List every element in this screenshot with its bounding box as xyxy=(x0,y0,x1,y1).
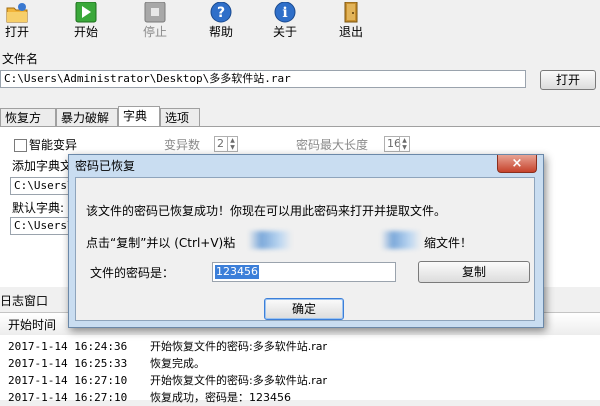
tab-brute-force[interactable]: 暴力破解 xyxy=(56,108,118,126)
log-window-title: 日志窗口 xyxy=(0,294,49,308)
tab-dictionary[interactable]: 字典 xyxy=(118,106,160,126)
log-row-message: 开始恢复文件的密码:多多软件站.rar xyxy=(150,340,327,353)
open-toolbar-button[interactable]: 打开 xyxy=(0,0,40,42)
password-value[interactable]: 123456 xyxy=(215,265,259,279)
blurred-text-region xyxy=(381,231,421,249)
password-field[interactable]: 123456 xyxy=(212,262,396,282)
about-toolbar-button[interactable]: i 关于 xyxy=(262,0,308,42)
open-toolbar-label: 打开 xyxy=(4,25,29,39)
start-toolbar-label: 开始 xyxy=(73,25,98,39)
log-list: 2017-1-14 16:24:36 开始恢复文件的密码:多多软件站.rar 2… xyxy=(0,335,600,404)
svg-text:i: i xyxy=(282,5,287,21)
file-path-input[interactable]: C:\Users\Administrator\Desktop\多多软件站.rar xyxy=(0,70,526,88)
tab-recovery-method[interactable]: 恢复方式 xyxy=(0,108,56,143)
log-header-start-time: 开始时间 xyxy=(8,318,57,332)
log-row-time: 2017-1-14 16:27:10 xyxy=(8,391,128,404)
copy-button[interactable]: 复制 xyxy=(418,261,530,283)
file-name-label: 文件名 xyxy=(2,52,39,66)
dialog-body: 该文件的密码已恢复成功！你现在可以用此密码来打开并提取文件。 点击“复制”并以 … xyxy=(75,177,535,321)
ok-button[interactable]: 确定 xyxy=(264,298,344,320)
log-row-message: 开始恢复文件的密码:多多软件站.rar xyxy=(150,374,327,387)
stop-icon xyxy=(144,2,166,23)
smart-mutation-label: 智能变异 xyxy=(29,138,78,152)
exit-toolbar-label: 退出 xyxy=(338,25,363,39)
log-row-message: 恢复成功，密码是：123456 xyxy=(150,391,291,404)
tab-options[interactable]: 选项 xyxy=(160,108,200,126)
spinner-arrows-icon[interactable]: ▲ ▼ xyxy=(399,137,409,151)
exit-door-icon xyxy=(344,2,358,23)
svg-text:?: ? xyxy=(217,5,225,21)
open-folder-icon xyxy=(6,3,28,23)
log-row-time: 2017-1-14 16:25:33 xyxy=(8,357,128,370)
dialog-close-button[interactable]: × xyxy=(497,155,537,173)
exit-toolbar-button[interactable]: 退出 xyxy=(328,0,374,42)
log-row-time: 2017-1-14 16:24:36 xyxy=(8,340,128,353)
help-toolbar-label: 帮助 xyxy=(208,25,233,39)
start-toolbar-button[interactable]: 开始 xyxy=(63,0,109,42)
dialog-paste-hint-end: 缩文件！ xyxy=(424,236,473,250)
stop-toolbar-button[interactable]: 停止 xyxy=(132,0,178,42)
mutation-count-spinner[interactable]: 2 ▲ ▼ xyxy=(214,136,238,152)
play-icon xyxy=(75,2,97,23)
stop-toolbar-label: 停止 xyxy=(142,25,167,39)
default-dictionary-label: 默认字典: xyxy=(12,201,65,215)
mutation-count-value: 2 xyxy=(217,137,224,150)
about-toolbar-label: 关于 xyxy=(272,25,297,39)
max-length-label: 密码最大长度 xyxy=(296,138,369,152)
close-icon: × xyxy=(511,156,523,171)
mutation-count-label: 变异数 xyxy=(164,138,201,152)
password-label: 文件的密码是： xyxy=(90,266,175,280)
toolbar: 打开 开始 停止 ? 帮助 i 关于 退出 xyxy=(0,0,600,42)
log-row-time: 2017-1-14 16:27:10 xyxy=(8,374,128,387)
password-recovered-dialog: 密码已恢复 × 该文件的密码已恢复成功！你现在可以用此密码来打开并提取文件。 点… xyxy=(68,154,544,328)
spinner-arrows-icon[interactable]: ▲ ▼ xyxy=(227,137,237,151)
file-open-button[interactable]: 打开 xyxy=(540,70,596,90)
help-toolbar-button[interactable]: ? 帮助 xyxy=(198,0,244,42)
dialog-title: 密码已恢复 xyxy=(75,159,136,173)
add-dictionary-label: 添加字典文 xyxy=(12,159,73,173)
smart-mutation-checkbox[interactable] xyxy=(14,139,27,152)
help-icon: ? xyxy=(210,2,232,23)
dialog-paste-hint-start: 点击“复制”并以 (Ctrl+V)粘 xyxy=(86,236,236,250)
max-length-spinner[interactable]: 16 ▲ ▼ xyxy=(384,136,410,152)
blurred-text-region xyxy=(248,231,292,249)
dialog-success-message: 该文件的密码已恢复成功！你现在可以用此密码来打开并提取文件。 xyxy=(86,204,447,218)
log-row-message: 恢复完成。 xyxy=(150,357,205,370)
info-icon: i xyxy=(274,2,296,23)
